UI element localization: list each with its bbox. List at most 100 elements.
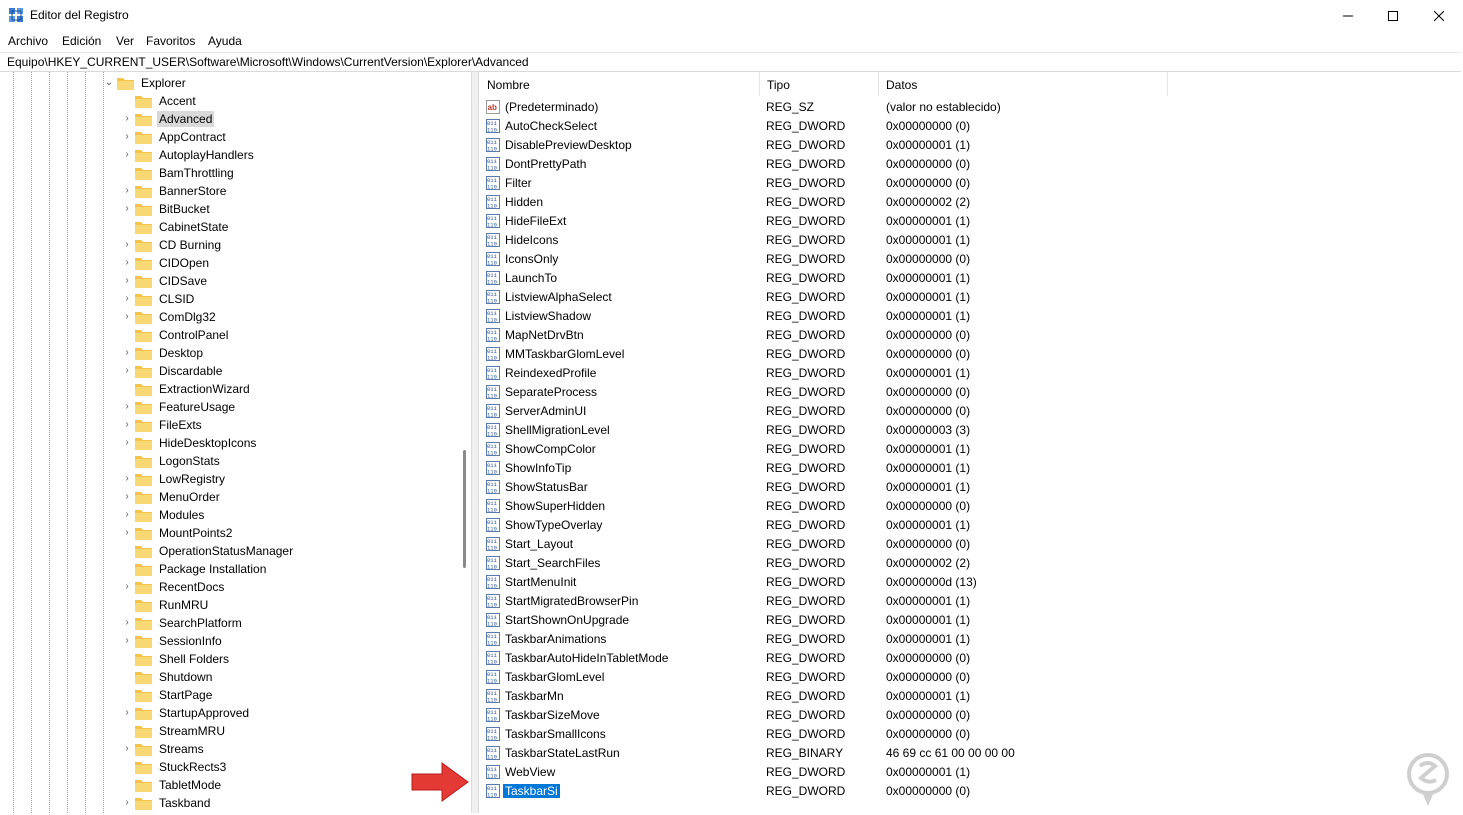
table-row[interactable]: 011 110 TaskbarSi REG_DWORD 0x00000000 (0) (479, 782, 1379, 801)
chevron-right-icon[interactable]: › (122, 743, 132, 755)
table-row[interactable]: 011 110 DontPrettyPath REG_DWORD 0x00000000 … (479, 155, 1379, 174)
tree-item[interactable]: › CD Burning (122, 236, 452, 254)
table-row[interactable]: 011 110 StartMigratedBrowserPin REG_DWORD 0x… (479, 592, 1379, 611)
chevron-right-icon[interactable]: › (122, 437, 132, 449)
tree-item[interactable]: › CIDOpen (122, 254, 452, 272)
tree-item[interactable]: › FeatureUsage (122, 398, 452, 416)
table-row[interactable]: 011 110 Filter REG_DWORD 0x00000000 (0) (479, 174, 1379, 193)
chevron-right-icon[interactable]: › (122, 509, 132, 521)
tree-item[interactable]: CabinetState (122, 218, 452, 236)
tree-item[interactable]: StartPage (122, 686, 452, 704)
table-row[interactable]: 011 110 ShellMigrationLevel REG_DWORD 0x0000… (479, 421, 1379, 440)
tree-item[interactable]: › Streams (122, 740, 452, 758)
table-row[interactable]: 011 110 ShowSuperHidden REG_DWORD 0x00000000… (479, 497, 1379, 516)
tree-item[interactable]: Shutdown (122, 668, 452, 686)
table-row[interactable]: 011 110 ListviewAlphaSelect REG_DWORD 0x0000… (479, 288, 1379, 307)
tree-item[interactable]: › ComDlg32 (122, 308, 452, 326)
table-row[interactable]: 011 110 HideFileExt REG_DWORD 0x00000001 (1) (479, 212, 1379, 231)
chevron-right-icon[interactable]: › (122, 185, 132, 197)
chevron-right-icon[interactable]: › (122, 617, 132, 629)
table-row[interactable]: 011 110 TaskbarSmallIcons REG_DWORD 0x000000… (479, 725, 1379, 744)
table-row[interactable]: 011 110 ShowCompColor REG_DWORD 0x00000001 (… (479, 440, 1379, 459)
chevron-right-icon[interactable]: › (122, 131, 132, 143)
close-button[interactable] (1416, 0, 1462, 32)
table-row[interactable]: 011 110 MapNetDrvBtn REG_DWORD 0x00000000 (0… (479, 326, 1379, 345)
chevron-right-icon[interactable]: › (122, 707, 132, 719)
chevron-right-icon[interactable]: › (122, 365, 132, 377)
column-header-datos[interactable]: Datos (878, 72, 1168, 96)
tree-item[interactable]: › AutoplayHandlers (122, 146, 452, 164)
chevron-down-icon[interactable]: ⌄ (104, 77, 114, 89)
tree-item[interactable]: LogonStats (122, 452, 452, 470)
tree-item[interactable]: Package Installation (122, 560, 452, 578)
tree-item[interactable]: RunMRU (122, 596, 452, 614)
table-row[interactable]: 011 110 AutoCheckSelect REG_DWORD 0x00000000… (479, 117, 1379, 136)
values-list[interactable]: Nombre Tipo Datos ab (Predeterminado) REG_… (478, 72, 1462, 813)
table-row[interactable]: 011 110 StartMenuInit REG_DWORD 0x0000000d (… (479, 573, 1379, 592)
tree-item[interactable]: StuckRects3 (122, 758, 452, 776)
tree-item[interactable]: › Advanced (122, 110, 452, 128)
table-row[interactable]: 011 110 TaskbarAnimations REG_DWORD 0x000000… (479, 630, 1379, 649)
tree-item[interactable]: ControlPanel (122, 326, 452, 344)
address-bar[interactable]: Equipo\HKEY_CURRENT_USER\Software\Micros… (0, 52, 1461, 72)
table-row[interactable]: 011 110 ServerAdminUI REG_DWORD 0x00000000 (… (479, 402, 1379, 421)
chevron-right-icon[interactable]: › (122, 419, 132, 431)
table-row[interactable]: 011 110 SeparateProcess REG_DWORD 0x00000000… (479, 383, 1379, 402)
tree-item[interactable]: › CIDSave (122, 272, 452, 290)
table-row[interactable]: 011 110 WebView REG_DWORD 0x00000001 (1) (479, 763, 1379, 782)
tree-item[interactable]: › CLSID (122, 290, 452, 308)
tree-scrollbar-thumb[interactable] (463, 450, 466, 568)
tree-item[interactable]: BamThrottling (122, 164, 452, 182)
table-row[interactable]: 011 110 HideIcons REG_DWORD 0x00000001 (1) (479, 231, 1379, 250)
tree-item[interactable]: › MountPoints2 (122, 524, 452, 542)
table-row[interactable]: 011 110 ShowStatusBar REG_DWORD 0x00000001 (… (479, 478, 1379, 497)
table-row[interactable]: 011 110 ShowInfoTip REG_DWORD 0x00000001 (1) (479, 459, 1379, 478)
table-row[interactable]: 011 110 TaskbarGlomLevel REG_DWORD 0x0000000… (479, 668, 1379, 687)
tree-item[interactable]: Shell Folders (122, 650, 452, 668)
tree-item[interactable]: › LowRegistry (122, 470, 452, 488)
chevron-right-icon[interactable]: › (122, 347, 132, 359)
table-row[interactable]: 011 110 Hidden REG_DWORD 0x00000002 (2) (479, 193, 1379, 212)
tree-item[interactable]: StreamMRU (122, 722, 452, 740)
tree-item[interactable]: › Discardable (122, 362, 452, 380)
chevron-right-icon[interactable]: › (122, 473, 132, 485)
tree-item[interactable]: › Desktop (122, 344, 452, 362)
table-row[interactable]: 011 110 ListviewShadow REG_DWORD 0x00000001 … (479, 307, 1379, 326)
chevron-right-icon[interactable]: › (122, 527, 132, 539)
tree-item[interactable]: ExtractionWizard (122, 380, 452, 398)
chevron-right-icon[interactable]: › (122, 275, 132, 287)
chevron-right-icon[interactable]: › (122, 491, 132, 503)
table-row[interactable]: 011 110 StartShownOnUpgrade REG_DWORD 0x0000… (479, 611, 1379, 630)
tree-item-explorer[interactable]: ⌄ Explorer (104, 74, 404, 92)
table-row[interactable]: 011 110 Start_SearchFiles REG_DWORD 0x000000… (479, 554, 1379, 573)
table-row[interactable]: 011 110 DisablePreviewDesktop REG_DWORD 0x00… (479, 136, 1379, 155)
column-header-nombre[interactable]: Nombre (479, 72, 760, 96)
chevron-right-icon[interactable]: › (122, 113, 132, 125)
minimize-button[interactable] (1325, 0, 1371, 32)
chevron-right-icon[interactable]: › (122, 239, 132, 251)
menu-ver[interactable]: Ver (116, 34, 134, 48)
tree-item[interactable]: › HideDesktopIcons (122, 434, 452, 452)
key-tree[interactable]: ⌄ Explorer Accent › Advanced › AppContract › A… (0, 72, 472, 813)
table-row[interactable]: 011 110 ShowTypeOverlay REG_DWORD 0x00000001… (479, 516, 1379, 535)
column-header-tipo[interactable]: Tipo (759, 72, 879, 96)
menu-ayuda[interactable]: Ayuda (208, 34, 242, 48)
table-row[interactable]: 011 110 TaskbarStateLastRun REG_BINARY 46 69… (479, 744, 1379, 763)
table-row[interactable]: 011 110 IconsOnly REG_DWORD 0x00000000 (0) (479, 250, 1379, 269)
table-row[interactable]: 011 110 ReindexedProfile REG_DWORD 0x0000000… (479, 364, 1379, 383)
chevron-right-icon[interactable]: › (122, 149, 132, 161)
tree-item[interactable]: › SearchPlatform (122, 614, 452, 632)
table-row[interactable]: 011 110 MMTaskbarGlomLevel REG_DWORD 0x00000… (479, 345, 1379, 364)
menu-favoritos[interactable]: Favoritos (146, 34, 195, 48)
chevron-right-icon[interactable]: › (122, 581, 132, 593)
tree-item[interactable]: › BitBucket (122, 200, 452, 218)
tree-item[interactable]: › Modules (122, 506, 452, 524)
tree-item[interactable]: › StartupApproved (122, 704, 452, 722)
chevron-right-icon[interactable]: › (122, 401, 132, 413)
menu-edicion[interactable]: Edición (62, 34, 101, 48)
tree-item[interactable]: › MenuOrder (122, 488, 452, 506)
tree-item[interactable]: › SessionInfo (122, 632, 452, 650)
tree-item[interactable]: › AppContract (122, 128, 452, 146)
chevron-right-icon[interactable]: › (122, 293, 132, 305)
tree-item[interactable]: › BannerStore (122, 182, 452, 200)
